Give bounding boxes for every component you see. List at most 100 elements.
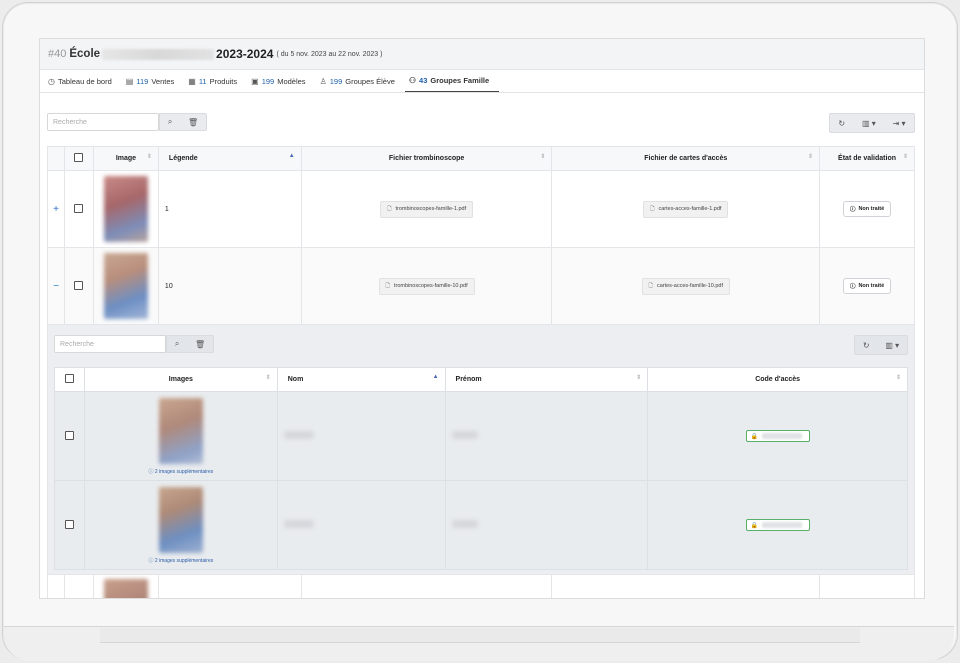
- export-icon[interactable]: ⇥ ▾: [893, 119, 906, 128]
- nested-table-actions: ↻ ▥ ▾: [854, 335, 908, 355]
- family-icon: ⚇: [408, 76, 417, 85]
- student-images-cell: ⓘ 2 images supplémentaires: [83, 391, 278, 481]
- redacted-last-name: [283, 431, 314, 439]
- access-cards-cell: [551, 574, 821, 598]
- nested-search-input[interactable]: Recherche: [54, 335, 166, 353]
- tab-family-groups[interactable]: ⚇ 43 Groupes Famille: [404, 76, 500, 92]
- group-photo[interactable]: [103, 579, 148, 598]
- column-header-images[interactable]: Images ⇕: [83, 367, 278, 392]
- template-icon: ▣: [251, 77, 259, 86]
- trombinoscope-file-link[interactable]: 🗋 trombinoscopes-famille-1.pdf: [380, 200, 474, 218]
- access-code-field[interactable]: 🔒: [745, 430, 810, 442]
- row-checkbox[interactable]: [74, 280, 84, 290]
- sort-asc-icon: ▲: [288, 153, 295, 159]
- sort-icon: ⇕: [636, 375, 642, 381]
- search-icon[interactable]: ⌕: [175, 339, 179, 349]
- trash-icon[interactable]: 🗑: [195, 340, 205, 349]
- lock-icon: 🔒: [750, 433, 759, 440]
- trombinoscope-cell: 🗋 trombinoscopes-famille-1.pdf: [300, 170, 553, 248]
- tab-count: 43: [419, 76, 428, 85]
- expand-row-button[interactable]: +: [47, 170, 65, 248]
- row-select-cell: [54, 391, 85, 481]
- tab-label: Ventes: [151, 77, 175, 86]
- table-header-row: Image ⇕ Légende ▲ Fichier trombinoscope ⇕ F…: [47, 146, 915, 171]
- column-header-last-name[interactable]: Nom ▲: [276, 367, 446, 392]
- first-name-cell: [444, 391, 649, 481]
- group-photo[interactable]: [103, 176, 148, 242]
- file-icon: 🗋: [648, 282, 653, 289]
- access-cards-cell: 🗋 cartes-acces-famille-10.pdf: [551, 247, 821, 325]
- info-icon: ⓘ: [849, 284, 856, 290]
- column-header-image[interactable]: Image ⇕: [92, 146, 159, 171]
- receipt-icon: ▤: [125, 77, 134, 86]
- tab-dashboard[interactable]: ◷ Tableau de bord: [44, 77, 122, 92]
- info-icon: ⓘ: [849, 207, 856, 213]
- access-code-cell: 🔒: [647, 391, 908, 481]
- refresh-icon[interactable]: ↻: [838, 119, 845, 128]
- column-header-trombinoscope[interactable]: Fichier trombinoscope ⇕: [300, 146, 553, 171]
- group-image-cell: [92, 170, 159, 248]
- column-header-validation-state[interactable]: État de validation ⇕: [819, 146, 915, 171]
- row-select-cell: [63, 170, 94, 248]
- hidden-code: [762, 522, 803, 528]
- tab-student-groups[interactable]: ♙ 199 Groupes Élève: [316, 77, 405, 92]
- expand-column-header: [47, 146, 65, 171]
- user-icon: ♙: [319, 77, 327, 86]
- search-icon[interactable]: ⌕: [168, 117, 172, 127]
- access-code-field[interactable]: 🔒: [745, 519, 810, 531]
- student-images-cell: ⓘ 2 images supplémentaires: [83, 480, 278, 570]
- more-images-link[interactable]: ⓘ 2 images supplémentaires: [86, 557, 276, 564]
- family-groups-table: Image ⇕ Légende ▲ Fichier trombinoscope ⇕ F…: [47, 146, 915, 598]
- columns-icon[interactable]: ▥ ▾: [862, 119, 876, 128]
- page-header: #40 École 2023-2024 ( du 5 nov. 2023 au …: [40, 39, 924, 70]
- school-name: École: [69, 48, 101, 60]
- legend-cell: 1: [157, 170, 302, 248]
- collapse-row-button[interactable]: −: [47, 247, 65, 325]
- nested-search-buttons: ⌕ 🗑: [166, 335, 214, 353]
- tab-label: Groupes Famille: [430, 76, 490, 85]
- status-badge[interactable]: ⓘ Non traité: [842, 278, 892, 294]
- row-select-cell: [54, 480, 85, 570]
- validation-cell: ⓘ Non traité: [819, 247, 915, 325]
- group-photo[interactable]: [103, 253, 148, 319]
- row-checkbox[interactable]: [64, 430, 74, 440]
- column-header-legend[interactable]: Légende ▲: [157, 146, 302, 171]
- select-all-checkbox[interactable]: [74, 153, 84, 162]
- table-row: [47, 574, 915, 598]
- sort-icon: ⇕: [146, 154, 152, 160]
- select-all-cell: [63, 146, 94, 171]
- student-photo[interactable]: [158, 397, 203, 464]
- validation-cell: ⓘ Non traité: [819, 170, 915, 248]
- sort-icon: ⇕: [902, 154, 908, 160]
- tab-count: 199: [329, 77, 343, 86]
- trash-icon[interactable]: 🗑: [188, 118, 198, 127]
- redacted-first-name: [451, 520, 478, 528]
- legend-cell: [157, 574, 302, 598]
- column-header-access-code[interactable]: Code d'accès ⇕: [647, 367, 908, 392]
- search-buttons: ⌕ 🗑: [159, 113, 207, 131]
- tab-products[interactable]: ▦ 11 Produits: [184, 77, 247, 92]
- hidden-code: [762, 433, 803, 439]
- access-cards-file-link[interactable]: 🗋 cartes-acces-famille-1.pdf: [643, 200, 729, 218]
- row-checkbox[interactable]: [74, 203, 84, 213]
- search-input[interactable]: Recherche: [47, 113, 159, 131]
- column-header-first-name[interactable]: Prénom ⇕: [444, 367, 649, 392]
- trombinoscope-file-link[interactable]: 🗋 trombinoscopes-famille-10.pdf: [378, 277, 475, 295]
- tab-sales[interactable]: ▤ 119 Ventes: [122, 77, 184, 92]
- row-select-cell: [63, 574, 94, 598]
- tab-label: Modèles: [277, 77, 306, 86]
- refresh-icon[interactable]: ↻: [863, 341, 870, 350]
- nested-select-all-cell: [54, 367, 85, 392]
- row-checkbox[interactable]: [64, 519, 74, 529]
- column-header-access-cards[interactable]: Fichier de cartes d'accès ⇕: [551, 146, 821, 171]
- tab-templates[interactable]: ▣ 199 Modèles: [247, 77, 315, 92]
- access-cards-file-link[interactable]: 🗋 cartes-acces-famille-10.pdf: [641, 277, 730, 295]
- select-all-checkbox[interactable]: [64, 374, 74, 383]
- more-images-link[interactable]: ⓘ 2 images supplémentaires: [86, 468, 276, 475]
- sort-icon: ⇕: [808, 154, 814, 160]
- columns-icon[interactable]: ▥ ▾: [885, 341, 899, 350]
- tab-bar: ◷ Tableau de bord ▤ 119 Ventes ▦ 11 Prod…: [40, 70, 924, 93]
- student-photo[interactable]: [158, 486, 203, 553]
- sort-asc-icon: ▲: [432, 374, 439, 380]
- status-badge[interactable]: ⓘ Non traité: [842, 201, 892, 217]
